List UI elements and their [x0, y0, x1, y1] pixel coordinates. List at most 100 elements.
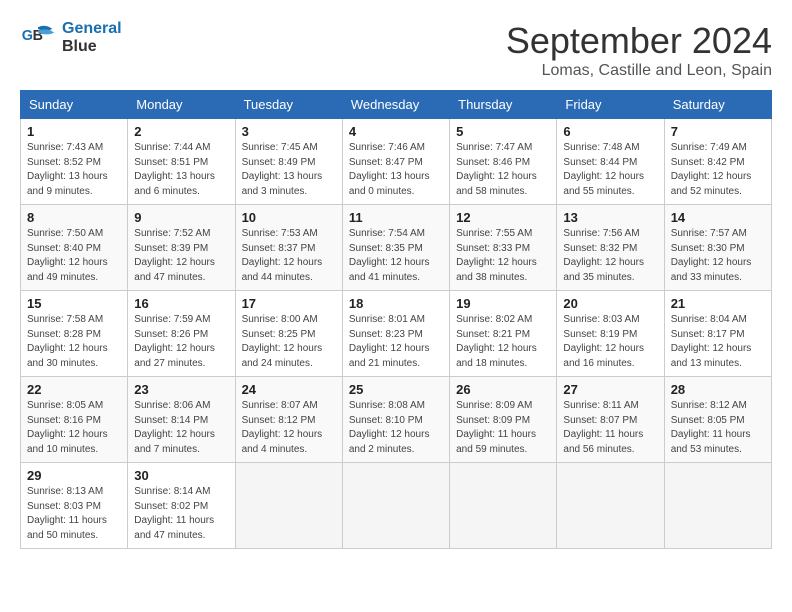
calendar-week-1: 1 Sunrise: 7:43 AM Sunset: 8:52 PM Dayli… [21, 119, 772, 205]
day-info: Sunrise: 7:53 AM Sunset: 8:37 PM Dayligh… [242, 227, 336, 285]
calendar-cell: 11 Sunrise: 7:54 AM Sunset: 8:35 PM Dayl… [342, 205, 449, 291]
day-info: Sunrise: 7:58 AM Sunset: 8:28 PM Dayligh… [27, 313, 121, 371]
calendar-cell [557, 463, 664, 549]
title-section: September 2024 Lomas, Castille and Leon,… [506, 20, 772, 80]
day-info: Sunrise: 8:12 AM Sunset: 8:05 PM Dayligh… [671, 399, 765, 457]
day-header-wednesday: Wednesday [342, 91, 449, 119]
calendar-cell: 2 Sunrise: 7:44 AM Sunset: 8:51 PM Dayli… [128, 119, 235, 205]
day-info: Sunrise: 8:11 AM Sunset: 8:07 PM Dayligh… [563, 399, 657, 457]
svg-text:G: G [22, 28, 33, 44]
day-info: Sunrise: 7:56 AM Sunset: 8:32 PM Dayligh… [563, 227, 657, 285]
day-header-friday: Friday [557, 91, 664, 119]
day-info: Sunrise: 8:01 AM Sunset: 8:23 PM Dayligh… [349, 313, 443, 371]
day-number: 7 [671, 124, 765, 139]
calendar-week-2: 8 Sunrise: 7:50 AM Sunset: 8:40 PM Dayli… [21, 205, 772, 291]
day-number: 6 [563, 124, 657, 139]
calendar-cell: 21 Sunrise: 8:04 AM Sunset: 8:17 PM Dayl… [664, 291, 771, 377]
day-info: Sunrise: 7:52 AM Sunset: 8:39 PM Dayligh… [134, 227, 228, 285]
day-info: Sunrise: 7:47 AM Sunset: 8:46 PM Dayligh… [456, 141, 550, 199]
calendar-title: September 2024 [506, 20, 772, 62]
day-header-saturday: Saturday [664, 91, 771, 119]
day-info: Sunrise: 8:05 AM Sunset: 8:16 PM Dayligh… [27, 399, 121, 457]
day-number: 12 [456, 210, 550, 225]
day-number: 16 [134, 296, 228, 311]
calendar-cell: 8 Sunrise: 7:50 AM Sunset: 8:40 PM Dayli… [21, 205, 128, 291]
logo-text: General Blue [62, 20, 122, 56]
calendar-cell [342, 463, 449, 549]
day-number: 26 [456, 382, 550, 397]
calendar-cell: 9 Sunrise: 7:52 AM Sunset: 8:39 PM Dayli… [128, 205, 235, 291]
logo: G B General Blue [20, 20, 122, 56]
day-info: Sunrise: 8:02 AM Sunset: 8:21 PM Dayligh… [456, 313, 550, 371]
day-number: 3 [242, 124, 336, 139]
day-header-thursday: Thursday [450, 91, 557, 119]
day-info: Sunrise: 8:04 AM Sunset: 8:17 PM Dayligh… [671, 313, 765, 371]
calendar-cell: 25 Sunrise: 8:08 AM Sunset: 8:10 PM Dayl… [342, 377, 449, 463]
calendar-week-3: 15 Sunrise: 7:58 AM Sunset: 8:28 PM Dayl… [21, 291, 772, 377]
calendar-cell: 30 Sunrise: 8:14 AM Sunset: 8:02 PM Dayl… [128, 463, 235, 549]
day-info: Sunrise: 7:59 AM Sunset: 8:26 PM Dayligh… [134, 313, 228, 371]
day-info: Sunrise: 7:50 AM Sunset: 8:40 PM Dayligh… [27, 227, 121, 285]
page-header: G B General Blue September 2024 Lomas, C… [20, 20, 772, 80]
calendar-cell: 29 Sunrise: 8:13 AM Sunset: 8:03 PM Dayl… [21, 463, 128, 549]
day-number: 25 [349, 382, 443, 397]
day-number: 19 [456, 296, 550, 311]
calendar-cell: 16 Sunrise: 7:59 AM Sunset: 8:26 PM Dayl… [128, 291, 235, 377]
day-header-monday: Monday [128, 91, 235, 119]
calendar-cell: 27 Sunrise: 8:11 AM Sunset: 8:07 PM Dayl… [557, 377, 664, 463]
day-info: Sunrise: 7:45 AM Sunset: 8:49 PM Dayligh… [242, 141, 336, 199]
day-number: 2 [134, 124, 228, 139]
day-number: 15 [27, 296, 121, 311]
calendar-cell: 28 Sunrise: 8:12 AM Sunset: 8:05 PM Dayl… [664, 377, 771, 463]
day-header-sunday: Sunday [21, 91, 128, 119]
day-info: Sunrise: 7:44 AM Sunset: 8:51 PM Dayligh… [134, 141, 228, 199]
day-number: 4 [349, 124, 443, 139]
calendar-cell [664, 463, 771, 549]
day-number: 22 [27, 382, 121, 397]
calendar-cell: 14 Sunrise: 7:57 AM Sunset: 8:30 PM Dayl… [664, 205, 771, 291]
day-info: Sunrise: 7:43 AM Sunset: 8:52 PM Dayligh… [27, 141, 121, 199]
day-number: 9 [134, 210, 228, 225]
calendar-cell: 4 Sunrise: 7:46 AM Sunset: 8:47 PM Dayli… [342, 119, 449, 205]
day-info: Sunrise: 8:13 AM Sunset: 8:03 PM Dayligh… [27, 485, 121, 543]
day-number: 18 [349, 296, 443, 311]
day-info: Sunrise: 7:48 AM Sunset: 8:44 PM Dayligh… [563, 141, 657, 199]
day-number: 30 [134, 468, 228, 483]
day-info: Sunrise: 7:46 AM Sunset: 8:47 PM Dayligh… [349, 141, 443, 199]
day-number: 28 [671, 382, 765, 397]
day-number: 23 [134, 382, 228, 397]
day-header-tuesday: Tuesday [235, 91, 342, 119]
day-number: 14 [671, 210, 765, 225]
calendar-cell: 23 Sunrise: 8:06 AM Sunset: 8:14 PM Dayl… [128, 377, 235, 463]
calendar-cell: 12 Sunrise: 7:55 AM Sunset: 8:33 PM Dayl… [450, 205, 557, 291]
calendar-cell: 18 Sunrise: 8:01 AM Sunset: 8:23 PM Dayl… [342, 291, 449, 377]
calendar-header-row: SundayMondayTuesdayWednesdayThursdayFrid… [21, 91, 772, 119]
day-info: Sunrise: 8:08 AM Sunset: 8:10 PM Dayligh… [349, 399, 443, 457]
day-number: 17 [242, 296, 336, 311]
day-info: Sunrise: 7:55 AM Sunset: 8:33 PM Dayligh… [456, 227, 550, 285]
calendar-cell: 17 Sunrise: 8:00 AM Sunset: 8:25 PM Dayl… [235, 291, 342, 377]
day-number: 27 [563, 382, 657, 397]
calendar-cell: 24 Sunrise: 8:07 AM Sunset: 8:12 PM Dayl… [235, 377, 342, 463]
calendar-cell [450, 463, 557, 549]
calendar-week-5: 29 Sunrise: 8:13 AM Sunset: 8:03 PM Dayl… [21, 463, 772, 549]
day-number: 5 [456, 124, 550, 139]
day-info: Sunrise: 7:57 AM Sunset: 8:30 PM Dayligh… [671, 227, 765, 285]
day-number: 11 [349, 210, 443, 225]
calendar-cell: 26 Sunrise: 8:09 AM Sunset: 8:09 PM Dayl… [450, 377, 557, 463]
day-info: Sunrise: 7:54 AM Sunset: 8:35 PM Dayligh… [349, 227, 443, 285]
calendar-cell: 5 Sunrise: 7:47 AM Sunset: 8:46 PM Dayli… [450, 119, 557, 205]
calendar-cell: 10 Sunrise: 7:53 AM Sunset: 8:37 PM Dayl… [235, 205, 342, 291]
calendar-cell: 3 Sunrise: 7:45 AM Sunset: 8:49 PM Dayli… [235, 119, 342, 205]
calendar-cell: 7 Sunrise: 7:49 AM Sunset: 8:42 PM Dayli… [664, 119, 771, 205]
calendar-table: SundayMondayTuesdayWednesdayThursdayFrid… [20, 90, 772, 549]
day-info: Sunrise: 8:14 AM Sunset: 8:02 PM Dayligh… [134, 485, 228, 543]
calendar-cell: 1 Sunrise: 7:43 AM Sunset: 8:52 PM Dayli… [21, 119, 128, 205]
day-info: Sunrise: 7:49 AM Sunset: 8:42 PM Dayligh… [671, 141, 765, 199]
calendar-cell: 19 Sunrise: 8:02 AM Sunset: 8:21 PM Dayl… [450, 291, 557, 377]
day-number: 21 [671, 296, 765, 311]
day-number: 1 [27, 124, 121, 139]
day-number: 29 [27, 468, 121, 483]
day-info: Sunrise: 8:09 AM Sunset: 8:09 PM Dayligh… [456, 399, 550, 457]
day-number: 24 [242, 382, 336, 397]
